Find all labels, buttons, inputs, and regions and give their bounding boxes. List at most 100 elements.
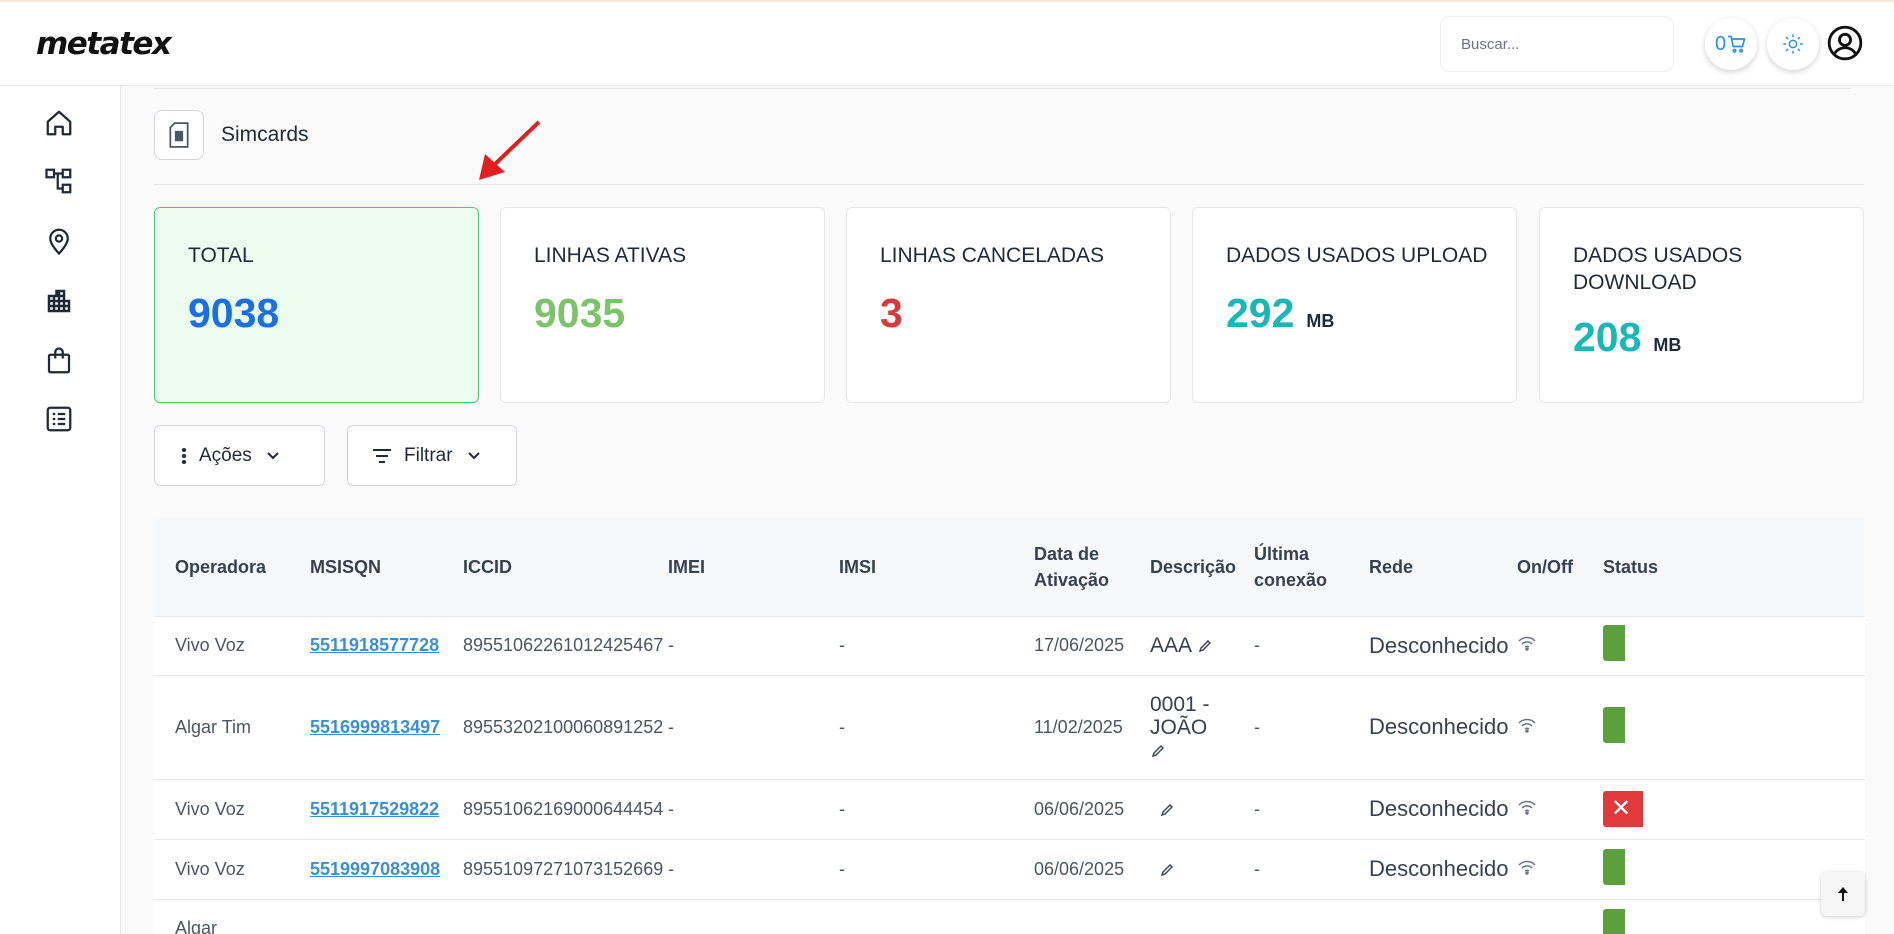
card-upload[interactable]: DADOS USADOS UPLOAD 292 MB xyxy=(1192,207,1517,403)
page-title: Simcards xyxy=(221,123,309,146)
col-iccid[interactable]: ICCID xyxy=(442,518,647,616)
cell-iccid: 89551097271073152669 xyxy=(442,838,663,899)
map-pin-icon[interactable] xyxy=(44,226,74,256)
theme-toggle-button[interactable] xyxy=(1767,18,1819,70)
status-badge[interactable]: ✕ xyxy=(1603,791,1643,827)
cell-msisdn: 5519997083908 xyxy=(289,838,442,899)
cell-on-off xyxy=(1496,838,1582,899)
home-icon[interactable] xyxy=(44,108,74,138)
cell-iccid: 89553202100060891252 xyxy=(442,674,663,779)
scroll-to-top-button[interactable] xyxy=(1821,872,1865,916)
simcards-table: Operadora MSISQN ICCID IMEI IMSI Data de… xyxy=(154,518,1865,934)
status-badge[interactable] xyxy=(1603,908,1625,934)
wifi-icon[interactable] xyxy=(1517,799,1537,815)
msisdn-link[interactable]: 5519997083908 xyxy=(310,859,440,879)
wifi-icon[interactable] xyxy=(1517,635,1537,651)
cell-descricao xyxy=(1129,898,1233,934)
cell-rede: Desconhecido xyxy=(1348,778,1508,839)
page-header: Simcards xyxy=(154,110,309,160)
actions-button[interactable]: Ações xyxy=(154,425,325,486)
card-value: 9035 xyxy=(534,290,626,336)
red-arrow-annotation xyxy=(479,120,541,180)
metatex-logo[interactable]: metatex xyxy=(36,26,172,62)
col-imei[interactable]: IMEI xyxy=(647,518,818,616)
card-download[interactable]: DADOS USADOS DOWNLOAD 208 MB xyxy=(1539,207,1864,403)
cell-data: 06/06/2025 xyxy=(1013,838,1129,899)
list-icon[interactable] xyxy=(44,404,74,434)
card-unit: MB xyxy=(1306,311,1335,331)
col-on-off[interactable]: On/Off xyxy=(1496,518,1582,616)
page-icon-box xyxy=(154,110,204,160)
edit-pencil-icon[interactable] xyxy=(1150,743,1166,759)
wifi-icon[interactable] xyxy=(1517,717,1537,733)
col-rede[interactable]: Rede xyxy=(1348,518,1496,616)
col-data-ativacao[interactable]: Data de Ativação xyxy=(1013,518,1129,616)
arrow-up-icon xyxy=(1838,887,1848,901)
col-imsi[interactable]: IMSI xyxy=(818,518,1013,616)
cell-ultima: - xyxy=(1233,778,1348,839)
cell-operadora: Algar xyxy=(154,898,289,934)
cell-imsi: - xyxy=(818,674,1013,779)
card-value: 3 xyxy=(880,290,903,336)
cell-imei: - xyxy=(647,838,818,899)
cell-ultima: - xyxy=(1233,674,1348,779)
status-badge[interactable] xyxy=(1603,625,1625,661)
card-value: 292 MB xyxy=(1226,290,1335,336)
col-ultima-conexao[interactable]: Última conexão xyxy=(1233,518,1348,616)
sun-icon xyxy=(1783,34,1803,54)
cell-rede: Desconhecido xyxy=(1348,615,1508,675)
table-row: Algar Tim 5516999813497 8955320210006089… xyxy=(154,674,1865,779)
cell-on-off xyxy=(1496,674,1582,779)
msisdn-link[interactable]: 5511917529822 xyxy=(310,799,439,819)
search-input[interactable] xyxy=(1440,16,1674,72)
col-operadora[interactable]: Operadora xyxy=(154,518,289,616)
filter-button[interactable]: Filtrar xyxy=(347,425,517,486)
building-icon[interactable] xyxy=(44,286,74,316)
status-badge[interactable] xyxy=(1603,706,1625,743)
cart-icon xyxy=(1727,35,1746,53)
col-descricao[interactable]: Descrição xyxy=(1129,518,1236,616)
chevron-down-icon xyxy=(467,451,480,459)
cell-msisdn: 5511918577728 xyxy=(289,615,442,675)
descricao-text: 0001 - JOÃO xyxy=(1150,692,1210,739)
table-header-row: Operadora MSISQN ICCID IMEI IMSI Data de… xyxy=(154,518,1865,616)
status-badge[interactable] xyxy=(1603,848,1625,885)
cart-button[interactable]: 0 xyxy=(1705,18,1757,70)
network-icon[interactable] xyxy=(44,166,74,196)
msisdn-link[interactable]: 5511918577728 xyxy=(310,635,439,655)
header-divider xyxy=(154,184,1864,185)
card-value: 208 MB xyxy=(1573,314,1682,360)
top-header: metatex 0 xyxy=(0,2,1894,86)
chevron-down-icon xyxy=(267,451,279,459)
top-divider xyxy=(154,88,1851,89)
cell-iccid: 89551062261012425467 xyxy=(442,615,663,675)
col-status[interactable]: Status xyxy=(1582,518,1865,616)
cell-imei: - xyxy=(647,674,818,779)
col-msisdn[interactable]: MSISQN xyxy=(289,518,442,616)
descricao-text: AAA xyxy=(1150,634,1191,657)
shopping-bag-icon[interactable] xyxy=(44,346,74,376)
user-circle-icon[interactable] xyxy=(1826,24,1864,62)
card-linhas-ativas[interactable]: LINHAS ATIVAS 9035 xyxy=(500,207,825,403)
table-row: Algar xyxy=(154,898,1865,934)
card-unit: MB xyxy=(1653,335,1682,355)
msisdn-link[interactable]: 5516999813497 xyxy=(310,717,440,737)
cell-ultima xyxy=(1233,898,1348,934)
edit-pencil-icon[interactable] xyxy=(1197,638,1213,654)
actions-label: Ações xyxy=(199,444,252,466)
card-total[interactable]: TOTAL 9038 xyxy=(154,207,479,403)
filter-icon xyxy=(373,448,391,463)
edit-pencil-icon[interactable] xyxy=(1159,862,1175,878)
cell-imsi: - xyxy=(818,778,1013,839)
cell-operadora: Vivo Voz xyxy=(154,838,289,899)
card-value: 9038 xyxy=(188,290,280,336)
cell-on-off xyxy=(1496,778,1582,839)
card-linhas-canceladas[interactable]: LINHAS CANCELADAS 3 xyxy=(846,207,1171,403)
wifi-icon[interactable] xyxy=(1517,859,1537,875)
cart-count: 0 xyxy=(1714,32,1727,55)
table-row: Vivo Voz 5511917529822 89551062169000644… xyxy=(154,778,1865,839)
cell-msisdn xyxy=(289,898,442,934)
edit-pencil-icon[interactable] xyxy=(1159,802,1175,818)
card-label: DADOS USADOS UPLOAD xyxy=(1226,244,1488,267)
card-label: LINHAS CANCELADAS xyxy=(880,244,1105,267)
